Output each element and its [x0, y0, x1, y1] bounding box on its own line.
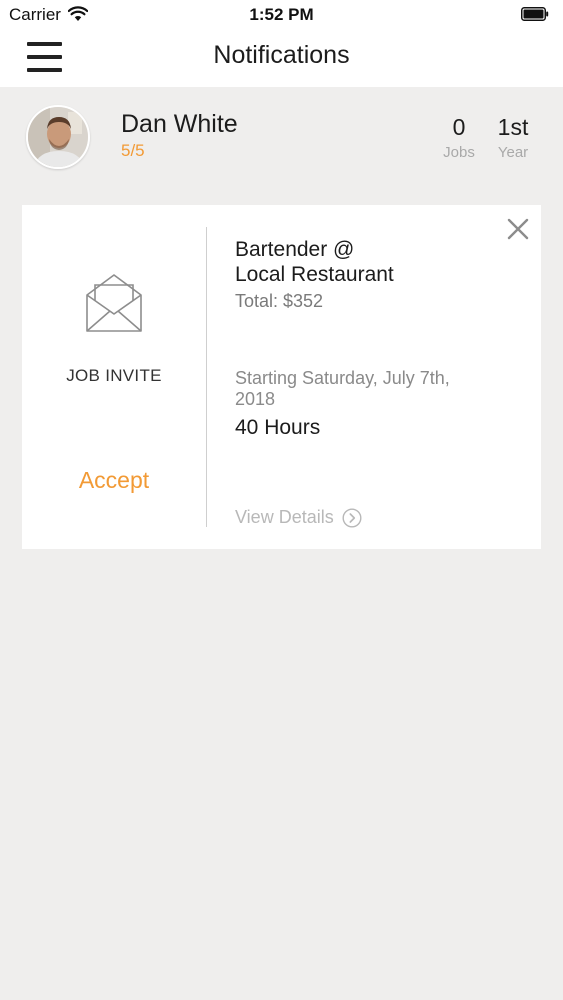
close-icon[interactable] — [506, 217, 530, 241]
envelope-open-icon — [86, 274, 142, 332]
clock: 1:52 PM — [249, 5, 314, 24]
stat-jobs-label: Jobs — [443, 144, 475, 161]
page-title: Notifications — [213, 41, 350, 69]
stat-year: 1st Year — [492, 114, 534, 161]
notification-type-label: JOB INVITE — [66, 366, 162, 385]
job-title: Bartender @ Local Restaurant — [235, 237, 505, 287]
stat-jobs-value: 0 — [452, 114, 466, 140]
avatar[interactable] — [26, 105, 90, 169]
job-total: Total: $352 — [235, 291, 324, 311]
status-bar: Carrier 1:52 PM — [0, 0, 563, 30]
accept-button[interactable]: Accept — [22, 467, 206, 494]
job-title-venue: Local Restaurant — [235, 263, 394, 286]
card-divider — [206, 227, 207, 527]
user-rating: 5/5 — [121, 141, 145, 160]
job-start-date: Starting Saturday, July 7th, 2018 — [235, 368, 450, 409]
avatar-photo — [28, 107, 88, 167]
profile-summary: Dan White 5/5 0 Jobs 1st Year — [0, 87, 563, 184]
user-name: Dan White — [121, 110, 238, 138]
job-title-role: Bartender @ — [235, 238, 355, 261]
job-hours: 40 Hours — [235, 416, 321, 439]
stat-jobs: 0 Jobs — [438, 114, 480, 161]
chevron-right-circle-icon — [342, 507, 362, 528]
job-invite-card: JOB INVITE Accept Bartender @ Local Rest… — [22, 205, 541, 549]
view-details-link[interactable]: View Details — [235, 507, 362, 528]
stat-year-label: Year — [497, 144, 529, 161]
battery-icon — [521, 7, 549, 21]
view-details-label: View Details — [235, 507, 334, 527]
nav-bar: Notifications — [0, 30, 563, 87]
stat-year-value: 1st — [497, 114, 529, 140]
